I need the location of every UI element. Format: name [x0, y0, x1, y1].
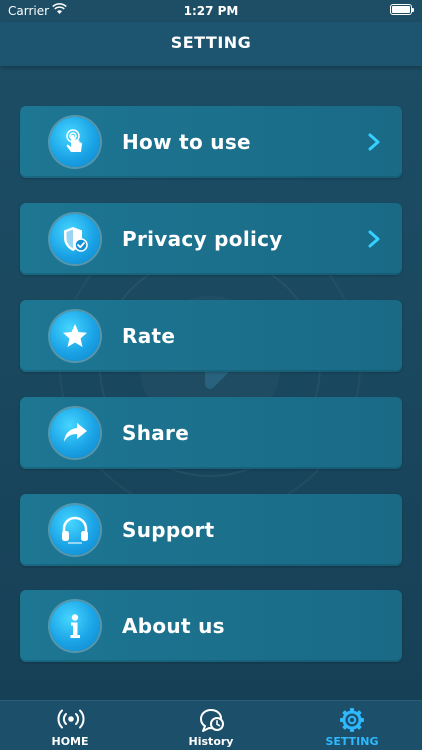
tab-bar: HOME History SETTING — [0, 700, 422, 750]
gear-icon — [340, 708, 364, 732]
tab-setting[interactable]: SETTING — [282, 701, 422, 750]
tab-history[interactable]: History — [141, 701, 281, 750]
menu-item-label: Privacy policy — [122, 227, 283, 251]
menu-item-label: Rate — [122, 324, 176, 348]
clock: 1:27 PM — [183, 4, 239, 18]
status-bar: Carrier 1:27 PM — [0, 0, 422, 22]
menu-item-share[interactable]: Share — [20, 397, 402, 469]
page-title: SETTING — [0, 22, 422, 66]
menu-item-about-us[interactable]: About us — [20, 590, 402, 662]
menu-item-label: How to use — [122, 130, 251, 154]
menu-item-rate[interactable]: Rate — [20, 300, 402, 372]
broadcast-icon — [57, 709, 85, 729]
tab-label: SETTING — [325, 735, 379, 748]
tab-label: History — [188, 735, 234, 748]
menu-item-label: Share — [122, 421, 190, 445]
chevron-right-icon — [368, 133, 380, 151]
tab-home[interactable]: HOME — [0, 701, 140, 750]
headphones-icon — [50, 505, 100, 555]
history-icon — [200, 709, 224, 732]
chevron-right-icon — [368, 230, 380, 248]
menu-item-label: About us — [122, 614, 225, 638]
shield-check-icon — [50, 214, 100, 264]
touch-hand-icon — [50, 117, 100, 167]
battery-icon — [390, 4, 414, 15]
star-icon — [50, 311, 100, 361]
menu-item-support[interactable]: Support — [20, 494, 402, 566]
info-icon — [50, 601, 100, 651]
share-arrow-icon — [50, 408, 100, 458]
menu-item-privacy-policy[interactable]: Privacy policy — [20, 203, 402, 275]
menu-item-label: Support — [122, 518, 215, 542]
menu-item-how-to-use[interactable]: How to use — [20, 106, 402, 178]
tab-label: HOME — [51, 735, 89, 748]
